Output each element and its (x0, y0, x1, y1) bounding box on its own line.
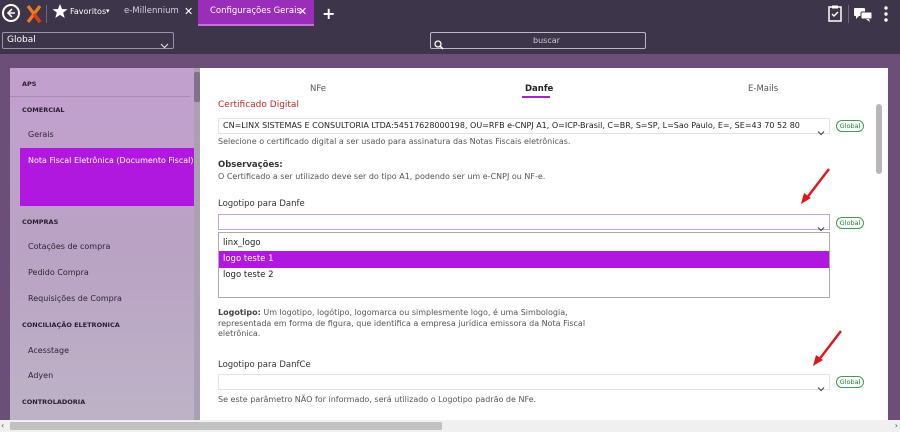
close-icon[interactable]: ✕ (298, 5, 307, 18)
sidebar-item-label: Nota Fiscal Eletrônica (Documento Fiscal… (28, 156, 194, 165)
sidebar-item-acesstage[interactable]: Acesstage (28, 346, 69, 355)
tab-label: Configurações Gerais (210, 6, 301, 16)
sidebar-item-pedido-compra[interactable]: Pedido Compra (28, 268, 89, 277)
app-logo-icon[interactable] (26, 4, 42, 24)
back-icon[interactable] (2, 4, 20, 22)
dropdown-option-logo-teste-2[interactable]: logo teste 2 (219, 267, 829, 284)
content-scrollbar[interactable] (876, 104, 882, 174)
close-icon[interactable]: ✕ (184, 5, 193, 18)
tab-e-mails[interactable]: E-Mails (748, 84, 778, 94)
scroll-left-icon[interactable]: ‹ (1, 421, 4, 430)
more-vertical-icon[interactable] (884, 6, 888, 26)
logo-danfe-dropdown: linx_logo logo teste 1 logo teste 2 (218, 232, 830, 298)
horizontal-scrollbar[interactable]: ‹ › (0, 420, 900, 432)
sidebar-section-compras[interactable]: COMPRAS (22, 218, 58, 226)
sidebar-section-aps[interactable]: APS (22, 80, 36, 88)
chevron-down-icon (817, 378, 825, 397)
cert-select[interactable]: CN=LINX SISTEMAS E CONSULTORIA LTDA:5451… (218, 118, 830, 136)
search-placeholder: buscar (533, 36, 560, 45)
global-badge: Global (836, 120, 864, 132)
logo-description-text: Um logotipo, logótipo, logomarca ou simp… (218, 308, 586, 338)
obs-text: O Certificado a ser utilizado deve ser d… (218, 172, 546, 181)
scrollbar-thumb[interactable] (10, 422, 442, 430)
favorites-menu[interactable]: Favoritos (70, 7, 106, 16)
logo-danfce-label: Logotipo para DanfCe (218, 360, 311, 370)
tab-nfe[interactable]: NFe (310, 84, 326, 94)
scope-select[interactable]: Global (2, 32, 174, 49)
sidebar: APS COMERCIAL Gerais Nota Fiscal Eletrôn… (10, 68, 200, 420)
tab-e-millennium[interactable]: e-Millennium (124, 6, 179, 16)
star-icon[interactable] (52, 3, 68, 23)
chevron-down-icon (817, 122, 825, 141)
danfce-hint: Se este parâmetro NÃO for informado, ser… (218, 395, 537, 404)
logo-description: Logotipo: Um logotipo, logótipo, logomar… (218, 308, 598, 340)
logo-danfce-select[interactable] (218, 374, 830, 392)
global-badge: Global (836, 217, 864, 229)
search-input[interactable]: buscar (430, 32, 646, 50)
scope-select-value: Global (7, 35, 36, 45)
dropdown-option-logo-teste-1[interactable]: logo teste 1 (219, 251, 829, 268)
active-tab-indicator (522, 96, 550, 98)
sidebar-item-gerais[interactable]: Gerais (28, 130, 54, 139)
obs-title: Observações: (218, 160, 283, 170)
chat-icon[interactable] (854, 7, 873, 26)
logo-danfe-select[interactable] (218, 214, 830, 232)
top-bar: Favoritos ▾ e-Millennium ✕ Configurações… (0, 0, 900, 28)
divider (10, 96, 190, 97)
logo-description-bold: Logotipo: (218, 308, 261, 317)
sidebar-section-comercial[interactable]: COMERCIAL (22, 106, 65, 114)
search-icon (434, 35, 444, 54)
tab-configuracoes-gerais[interactable]: Configurações Gerais ✕ (198, 0, 314, 26)
scroll-right-icon[interactable]: › (895, 421, 898, 430)
sidebar-item-nota-fiscal-eletronica[interactable]: Nota Fiscal Eletrônica (Documento Fiscal… (20, 148, 200, 206)
divider (46, 5, 47, 23)
sidebar-section-conciliacao-eletronica[interactable]: CONCILIAÇÃO ELETRONICA (22, 321, 120, 329)
chevron-down-icon[interactable]: ▾ (106, 7, 110, 15)
cert-label: Certificado Digital (218, 100, 299, 110)
sidebar-item-requisicoes-de-compra[interactable]: Requisições de Compra (28, 294, 122, 303)
arrow-annotation-icon (801, 168, 830, 204)
dropdown-option-linx-logo[interactable]: linx_logo (219, 235, 829, 252)
sidebar-item-adyen[interactable]: Adyen (28, 371, 53, 380)
arrow-annotation-icon (813, 330, 842, 366)
global-badge: Global (836, 376, 864, 388)
cert-hint: Selecione o certificado digital a ser us… (218, 137, 571, 146)
logo-danfe-label: Logotipo para Danfe (218, 199, 305, 209)
main-content: NFe Danfe E-Mails Certificado Digital CN… (200, 68, 888, 420)
cert-select-value: CN=LINX SISTEMAS E CONSULTORIA LTDA:5451… (223, 121, 800, 130)
add-tab-button[interactable]: + (322, 4, 335, 23)
sidebar-section-controladoria[interactable]: CONTROLADORIA (22, 398, 85, 406)
filter-bar: Global buscar (0, 28, 900, 54)
chevron-down-icon (160, 35, 169, 54)
tab-danfe[interactable]: Danfe (525, 84, 553, 94)
sidebar-item-cotacoes-de-compra[interactable]: Cotações de compra (28, 242, 110, 251)
clipboard-icon[interactable] (828, 5, 842, 26)
divider (848, 5, 849, 23)
